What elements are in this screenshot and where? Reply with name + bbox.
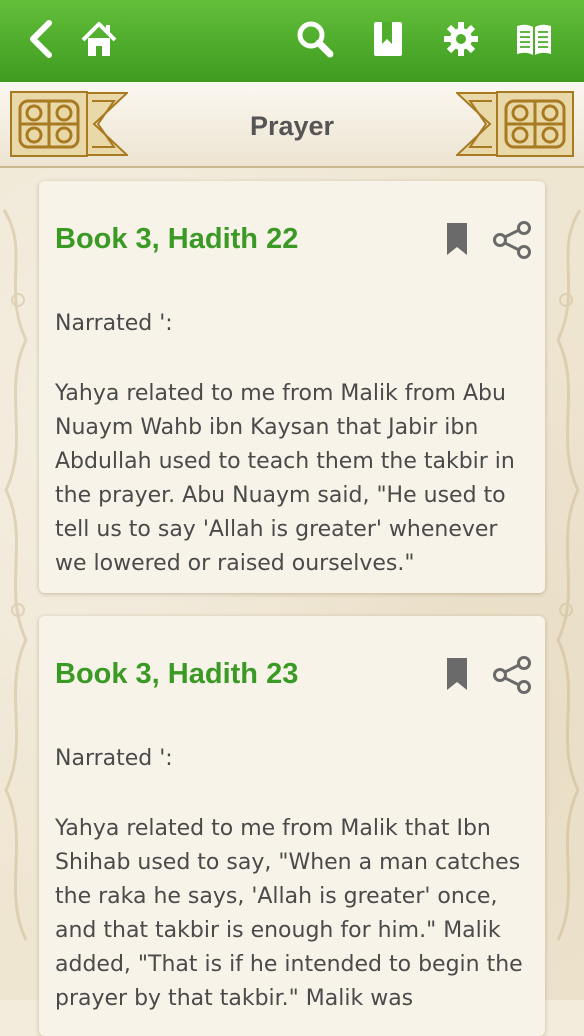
settings-button[interactable] bbox=[438, 16, 484, 62]
hadith-card: Book 3, Hadith 22 Narrated ': Yahya rela… bbox=[39, 181, 545, 593]
hadith-title: Book 3, Hadith 22 bbox=[55, 223, 299, 255]
bookmarks-button[interactable] bbox=[365, 16, 411, 62]
search-button[interactable] bbox=[292, 16, 338, 62]
home-icon bbox=[81, 22, 117, 56]
share-icon[interactable] bbox=[491, 656, 533, 694]
hadith-title: Book 3, Hadith 23 bbox=[55, 658, 299, 690]
home-button[interactable] bbox=[76, 16, 122, 62]
bookmark-icon[interactable] bbox=[445, 656, 469, 692]
gear-icon bbox=[444, 22, 478, 56]
title-band: Prayer bbox=[0, 82, 584, 168]
hadith-text: Yahya related to me from Malik from Abu … bbox=[55, 381, 515, 576]
hadith-card: Book 3, Hadith 23 Narrated ': Yahya rela… bbox=[39, 616, 545, 1036]
back-icon bbox=[30, 20, 52, 58]
top-toolbar bbox=[0, 0, 584, 83]
bookmark-icon bbox=[374, 22, 402, 56]
back-button[interactable] bbox=[20, 16, 66, 62]
narrator-line: Narrated ': bbox=[55, 311, 173, 336]
narrator-line: Narrated ': bbox=[55, 746, 173, 771]
book-icon bbox=[517, 24, 551, 55]
book-contents-button[interactable] bbox=[511, 16, 557, 62]
bookmark-icon[interactable] bbox=[445, 221, 469, 257]
hadith-text: Yahya related to me from Malik that Ibn … bbox=[55, 816, 523, 1011]
right-border-ornament bbox=[556, 209, 582, 941]
search-icon bbox=[297, 21, 334, 58]
share-icon[interactable] bbox=[491, 221, 533, 259]
right-knot-ornament bbox=[456, 91, 574, 157]
left-border-ornament bbox=[2, 209, 28, 941]
